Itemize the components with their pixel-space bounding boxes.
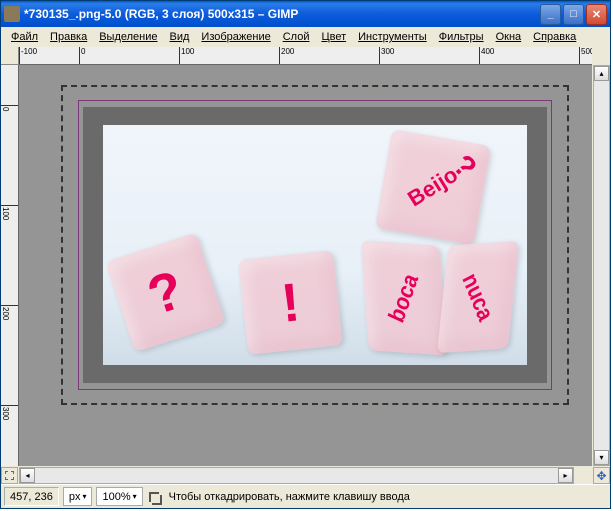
ruler-horizontal[interactable]: -100 0 100 200 300 400 500 [19, 47, 592, 65]
canvas-area[interactable]: ? ! ? Beijo boca nuca [19, 65, 592, 466]
ruler-tick: 0 [1, 105, 18, 111]
chevron-down-icon: ▾ [133, 492, 137, 501]
scroll-track[interactable] [35, 468, 558, 483]
status-message: Чтобы откадрировать, нажмите клавишу вво… [165, 491, 607, 503]
vertical-scrollbar[interactable]: ▴ ▾ [593, 65, 610, 466]
navigation-button[interactable]: ✥ [593, 467, 610, 484]
ruler-tick: 200 [279, 47, 294, 64]
chevron-down-icon: ▾ [82, 492, 86, 501]
workspace: -100 0 100 200 300 400 500 0 100 200 300… [1, 47, 610, 484]
menu-color[interactable]: Цвет [315, 29, 352, 45]
menubar: Файл Правка Выделение Вид Изображение Сл… [1, 27, 610, 47]
ruler-tick: 300 [1, 405, 18, 420]
image-canvas[interactable]: ? ! ? Beijo boca nuca [61, 85, 569, 405]
ruler-tick: -100 [19, 47, 37, 64]
statusbar: 457, 236 px▾ 100%▾ Чтобы откадрировать, … [1, 484, 610, 508]
ruler-tick: 300 [379, 47, 394, 64]
crop-handle-br[interactable] [492, 345, 552, 390]
ruler-tick: 200 [1, 305, 18, 320]
scroll-track[interactable] [594, 81, 609, 450]
ruler-tick: 100 [179, 47, 194, 64]
menu-help[interactable]: Справка [527, 29, 582, 45]
menu-file[interactable]: Файл [5, 29, 44, 45]
app-icon [4, 6, 20, 22]
cursor-coords: 457, 236 [4, 487, 59, 506]
minimize-button[interactable]: _ [540, 4, 561, 25]
ruler-tick: 400 [479, 47, 494, 64]
ruler-vertical[interactable]: 0 100 200 300 [1, 65, 19, 466]
scroll-up-icon[interactable]: ▴ [594, 66, 609, 81]
titlebar[interactable]: *730135_.png-5.0 (RGB, 3 слоя) 500x315 –… [1, 1, 610, 27]
ruler-tick: 100 [1, 205, 18, 220]
menu-edit[interactable]: Правка [44, 29, 93, 45]
app-window: *730135_.png-5.0 (RGB, 3 слоя) 500x315 –… [0, 0, 611, 509]
ruler-tick: 0 [79, 47, 85, 64]
scroll-right-icon[interactable]: ▸ [558, 468, 573, 483]
menu-layer[interactable]: Слой [277, 29, 316, 45]
window-title: *730135_.png-5.0 (RGB, 3 слоя) 500x315 –… [24, 7, 540, 21]
close-button[interactable]: ✕ [586, 4, 607, 25]
ruler-tick: 500 [579, 47, 592, 64]
scroll-down-icon[interactable]: ▾ [594, 450, 609, 465]
unit-selector[interactable]: px▾ [63, 487, 93, 506]
menu-filters[interactable]: Фильтры [433, 29, 490, 45]
menu-select[interactable]: Выделение [93, 29, 163, 45]
menu-image[interactable]: Изображение [195, 29, 276, 45]
crop-handle-tr[interactable] [502, 100, 552, 150]
menu-tools[interactable]: Инструменты [352, 29, 433, 45]
ruler-corner[interactable] [1, 47, 19, 65]
menu-view[interactable]: Вид [164, 29, 196, 45]
horizontal-scrollbar[interactable]: ◂ ▸ [19, 467, 574, 484]
maximize-button[interactable]: □ [563, 4, 584, 25]
quickmask-toggle[interactable] [1, 467, 18, 484]
crop-handle-tl[interactable] [78, 100, 128, 150]
crop-rectangle[interactable] [78, 100, 552, 390]
crop-icon [147, 490, 161, 504]
crop-handle-bl[interactable] [78, 345, 138, 390]
scroll-left-icon[interactable]: ◂ [20, 468, 35, 483]
zoom-selector[interactable]: 100%▾ [96, 487, 142, 506]
menu-windows[interactable]: Окна [490, 29, 528, 45]
